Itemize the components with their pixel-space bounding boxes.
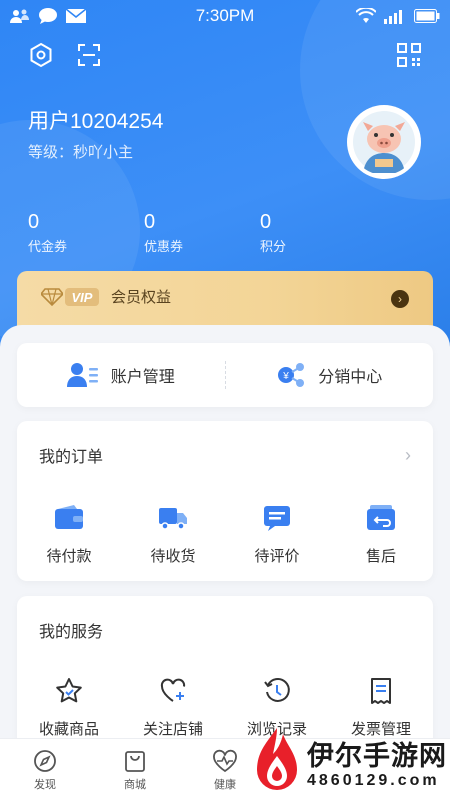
signal-icon (384, 8, 406, 24)
vip-badge: VIP (41, 287, 99, 307)
nav-label: 健康 (214, 779, 236, 791)
order-pending-payment[interactable]: 待付款 (17, 503, 121, 566)
vip-benefits-bar[interactable]: VIP 会员权益 › (17, 271, 433, 331)
bag-icon (123, 749, 147, 773)
heartbeat-icon (212, 749, 238, 773)
nav-mall[interactable]: 商城 (90, 739, 180, 800)
invoice-icon (366, 676, 396, 706)
user-level: 等级：秒吖小主 (28, 144, 134, 161)
distribution-center-button[interactable]: ¥ 分销中心 (226, 362, 434, 388)
site-watermark: 伊尔手游网 4860129.com (245, 726, 450, 800)
battery-icon (414, 9, 440, 23)
wifi-icon (356, 8, 376, 24)
orders-title: 我的订单 (39, 449, 104, 466)
flame-logo-icon (249, 726, 305, 800)
comment-icon (262, 503, 292, 533)
stat-label: 积分 (260, 239, 287, 254)
stat-vouchers[interactable]: 0 代金券 (28, 210, 144, 255)
service-label: 收藏商品 (38, 721, 99, 738)
stat-coupons[interactable]: 0 优惠券 (144, 210, 260, 255)
stat-points[interactable]: 0 积分 (260, 210, 376, 255)
stat-value: 0 (144, 211, 156, 233)
service-followed-shops[interactable]: 关注店铺 (121, 676, 225, 739)
account-management-button[interactable]: 账户管理 (17, 362, 225, 388)
wallet-stats: 0 代金券 0 优惠券 0 积分 (28, 210, 376, 255)
service-favorites[interactable]: 收藏商品 (17, 676, 121, 739)
compass-icon (33, 749, 57, 773)
watermark-title: 伊尔手游网 (307, 741, 447, 771)
order-label: 待收货 (150, 548, 196, 565)
history-icon (262, 676, 292, 706)
qr-code-icon[interactable] (396, 42, 422, 68)
stat-label: 代金券 (28, 239, 68, 254)
diamond-icon (41, 288, 63, 306)
wallet-icon (54, 503, 84, 533)
user-list-icon (66, 362, 99, 388)
vip-badge-text: VIP (72, 290, 93, 305)
order-pending-review[interactable]: 待评价 (225, 503, 329, 566)
settings-hex-icon[interactable] (28, 42, 54, 68)
stat-value: 0 (28, 211, 40, 233)
status-bar: 7:30PM (0, 0, 450, 32)
account-management-label: 账户管理 (110, 369, 175, 386)
nav-discover[interactable]: 发现 (0, 739, 90, 800)
username: 用户10204254 (28, 110, 164, 133)
distribution-icon: ¥ (276, 362, 306, 388)
star-icon (54, 676, 84, 706)
services-title: 我的服务 (39, 624, 104, 641)
avatar[interactable] (347, 105, 421, 179)
chevron-right-icon[interactable]: › (391, 290, 409, 308)
distribution-center-label: 分销中心 (318, 369, 383, 386)
watermark-subtitle: 4860129.com (307, 772, 440, 789)
account-card: 账户管理 ¥ 分销中心 (17, 343, 433, 407)
nav-label: 发现 (34, 779, 56, 791)
chat-bubble-icon (38, 7, 58, 25)
vip-tag: VIP (65, 288, 99, 306)
nav-label: 商城 (124, 779, 146, 791)
people-icon (10, 8, 30, 24)
pig-avatar-icon (353, 111, 415, 173)
vip-label: 会员权益 (111, 289, 172, 306)
order-pending-receipt[interactable]: 待收货 (121, 503, 225, 566)
service-label: 关注店铺 (142, 721, 203, 738)
heart-plus-icon (158, 676, 188, 706)
stat-value: 0 (260, 211, 272, 233)
return-icon (366, 503, 396, 533)
order-after-sales[interactable]: 售后 (329, 503, 433, 566)
order-label: 待评价 (254, 548, 300, 565)
truck-icon (158, 503, 188, 533)
scan-icon[interactable] (76, 42, 102, 68)
orders-card: 我的订单 › 待付款 待收货 待评价 售后 (17, 421, 433, 581)
order-label: 售后 (365, 548, 396, 565)
stat-label: 优惠券 (144, 239, 184, 254)
header-toolbar (28, 42, 102, 68)
svg-text:¥: ¥ (282, 371, 289, 382)
order-label: 待付款 (46, 548, 92, 565)
mail-icon (66, 9, 86, 23)
chevron-right-icon[interactable]: › (405, 445, 411, 466)
orders-grid: 待付款 待收货 待评价 售后 (17, 503, 433, 566)
